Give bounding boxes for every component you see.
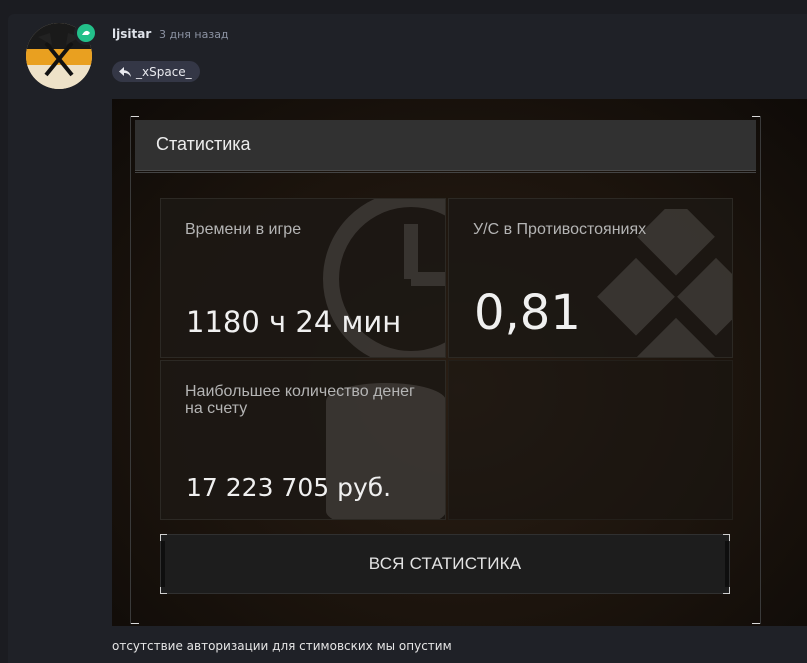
button-corner xyxy=(723,587,730,594)
stat-label: Наибольшее количество денег на счету xyxy=(185,383,415,417)
frame-line xyxy=(130,116,131,624)
embedded-screenshot: Статистика Времени в игре 1180 ч 24 мин … xyxy=(112,99,807,626)
stat-value: 0,81 xyxy=(474,285,581,341)
header-divider xyxy=(135,172,756,173)
reply-to-name: _xSpace_ xyxy=(136,64,192,79)
stats-frame: Статистика Времени в игре 1180 ч 24 мин … xyxy=(130,116,761,624)
button-edge xyxy=(161,541,165,587)
button-corner xyxy=(160,587,167,594)
stats-title: Статистика xyxy=(156,134,251,154)
timestamp: 3 дня назад xyxy=(159,28,229,41)
stat-tile-money: Наибольшее количество денег на счету 17 … xyxy=(160,360,446,520)
stats-header: Статистика xyxy=(135,120,756,171)
frame-corner xyxy=(130,615,139,624)
username[interactable]: ljsitar xyxy=(112,27,151,41)
all-stats-button[interactable]: ВСЯ СТАТИСТИКА xyxy=(160,534,730,594)
stat-tile-kd: У/С в Противостояниях 0,81 xyxy=(448,198,733,358)
frame-line xyxy=(760,116,761,624)
stat-tile-empty xyxy=(448,360,733,520)
button-corner xyxy=(160,534,167,541)
stat-label: Времени в игре xyxy=(185,221,302,238)
button-edge xyxy=(725,541,729,587)
comment-text: отсутствие авторизации для стимовских мы… xyxy=(112,639,452,653)
top-strip xyxy=(0,0,807,12)
stat-value: 17 223 705 руб. xyxy=(186,473,392,502)
online-badge-icon xyxy=(74,21,98,45)
stat-tile-playtime: Времени в игре 1180 ч 24 мин xyxy=(160,198,446,358)
all-stats-label: ВСЯ СТАТИСТИКА xyxy=(368,554,522,573)
reply-to-chip[interactable]: _xSpace_ xyxy=(112,61,200,82)
stat-value: 1180 ч 24 мин xyxy=(186,305,402,339)
button-corner xyxy=(723,534,730,541)
stat-label: У/С в Противостояниях xyxy=(473,221,647,238)
reply-arrow-icon xyxy=(119,66,131,77)
